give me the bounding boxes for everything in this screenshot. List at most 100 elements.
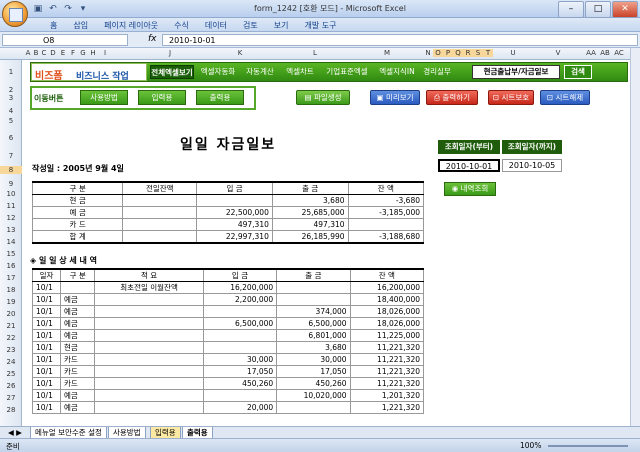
column-header[interactable]: U (493, 49, 533, 57)
column-header[interactable]: E (58, 49, 68, 57)
row-header[interactable]: 20 (0, 310, 22, 318)
cell[interactable]: 예금 (59, 401, 96, 414)
cell[interactable] (347, 218, 425, 231)
cell[interactable]: 16,200,000 (349, 281, 425, 294)
cell[interactable] (94, 353, 204, 366)
cell[interactable]: -3,185,000 (347, 206, 425, 219)
cell[interactable]: 카드 (59, 353, 96, 366)
nav-tab-excel-knowledge[interactable]: 엑셀지식IN (376, 65, 418, 79)
cell[interactable]: 3,680 (276, 341, 351, 354)
cell[interactable] (94, 293, 204, 306)
row-header[interactable]: 17 (0, 274, 22, 282)
cell[interactable]: 예 금 (31, 206, 124, 219)
sheet-protect-button[interactable]: ⊡ 시트보호 (488, 90, 534, 105)
cell[interactable] (94, 401, 204, 414)
column-header[interactable]: N (423, 49, 433, 57)
cell[interactable]: 30,000 (276, 353, 351, 366)
tab-home[interactable]: 홈 (42, 20, 65, 31)
cell[interactable]: 10/1 (32, 389, 61, 402)
row-header[interactable]: 1 (0, 68, 22, 76)
row-header[interactable]: 16 (0, 262, 22, 270)
cell[interactable] (122, 218, 198, 231)
search-button[interactable]: 검색 (564, 65, 592, 79)
cell[interactable] (122, 194, 198, 207)
cell[interactable] (202, 341, 278, 354)
cell[interactable] (202, 389, 278, 402)
cell[interactable]: 10/1 (32, 293, 61, 306)
column-header-selected[interactable]: Q (453, 49, 463, 57)
cell[interactable]: 25,685,000 (271, 206, 349, 219)
row-header[interactable]: 3 (0, 94, 22, 102)
column-header[interactable]: AC (612, 49, 626, 57)
row-header[interactable]: 12 (0, 214, 22, 222)
cell[interactable] (94, 365, 204, 378)
input-sheet-button[interactable]: 입력용 (138, 90, 186, 105)
row-header[interactable]: 27 (0, 394, 22, 402)
cell[interactable]: 1,201,320 (349, 389, 425, 402)
row-header[interactable]: 22 (0, 334, 22, 342)
cell[interactable]: 450,260 (202, 377, 278, 390)
cell[interactable] (196, 194, 273, 207)
nav-tab-auto-calc[interactable]: 자동계산 (242, 65, 278, 79)
row-header-selected[interactable]: 8 (0, 166, 22, 174)
cell[interactable]: 6,500,000 (202, 317, 278, 330)
column-header[interactable]: K (205, 49, 275, 57)
row-header[interactable]: 28 (0, 406, 22, 414)
cell[interactable]: 11,221,320 (349, 353, 425, 366)
view-details-button[interactable]: ◉ 내역조회 (444, 182, 496, 196)
cell[interactable]: 16,200,000 (202, 281, 278, 294)
column-header[interactable]: G (78, 49, 88, 57)
cell[interactable]: 1,221,320 (349, 401, 425, 414)
cell[interactable]: 합 계 (31, 230, 124, 244)
column-header[interactable]: J (130, 49, 210, 57)
cell[interactable]: 17,050 (276, 365, 351, 378)
cell[interactable]: 현 금 (31, 194, 124, 207)
zoom-slider[interactable] (548, 445, 628, 447)
column-header-selected[interactable]: O (433, 49, 443, 57)
column-header[interactable]: F (68, 49, 78, 57)
column-header[interactable]: AA (584, 49, 598, 57)
print-button[interactable]: ⎙ 출력하기 (426, 90, 478, 105)
tab-page-layout[interactable]: 페이지 레이아웃 (96, 20, 166, 31)
cell[interactable] (94, 377, 204, 390)
column-header-selected[interactable]: T (483, 49, 493, 57)
row-header[interactable]: 7 (0, 152, 22, 160)
tab-formulas[interactable]: 수식 (166, 20, 197, 31)
cell[interactable]: 10/1 (32, 365, 61, 378)
row-header[interactable]: 23 (0, 346, 22, 354)
cell[interactable]: 18,026,000 (349, 317, 425, 330)
cell[interactable]: 10/1 (32, 353, 61, 366)
cell[interactable] (122, 206, 198, 219)
column-header[interactable]: C (40, 49, 48, 57)
cell[interactable] (94, 329, 204, 342)
cell[interactable]: 17,050 (202, 365, 278, 378)
name-box[interactable]: O8 (2, 34, 128, 46)
row-header[interactable]: 21 (0, 322, 22, 330)
cell[interactable]: 10/1 (32, 305, 61, 318)
zoom-level[interactable]: 100% (520, 441, 541, 450)
cell[interactable] (94, 305, 204, 318)
column-header-selected[interactable]: S (473, 49, 483, 57)
cell[interactable]: 최초전일 이월잔액 (94, 281, 204, 294)
row-header[interactable]: 2 (0, 86, 22, 94)
query-from-input[interactable]: 2010-10-01 (438, 159, 500, 172)
formula-input[interactable]: 2010-10-01 (162, 34, 638, 46)
cell[interactable] (202, 305, 278, 318)
column-header-selected[interactable]: R (463, 49, 473, 57)
cell[interactable]: -3,188,680 (347, 230, 425, 244)
cell[interactable]: 11,221,320 (349, 377, 425, 390)
cell[interactable] (94, 341, 204, 354)
tab-insert[interactable]: 삽입 (65, 20, 96, 31)
cell[interactable]: 18,400,000 (349, 293, 425, 306)
column-header-selected[interactable]: P (443, 49, 453, 57)
cell[interactable]: 22,997,310 (196, 230, 273, 244)
search-input[interactable]: 현금출납부/자금일보 (472, 65, 560, 79)
query-to-input[interactable]: 2010-10-05 (502, 159, 562, 172)
cell[interactable]: 10/1 (32, 341, 61, 354)
row-header[interactable]: 10 (0, 190, 22, 198)
cell[interactable] (94, 317, 204, 330)
tab-developer[interactable]: 개발 도구 (296, 20, 344, 31)
save-icon[interactable]: ▣ (32, 3, 44, 15)
nav-tab-corporate-standard[interactable]: 기업표준엑셀 (322, 65, 372, 79)
cell[interactable]: 30,000 (202, 353, 278, 366)
